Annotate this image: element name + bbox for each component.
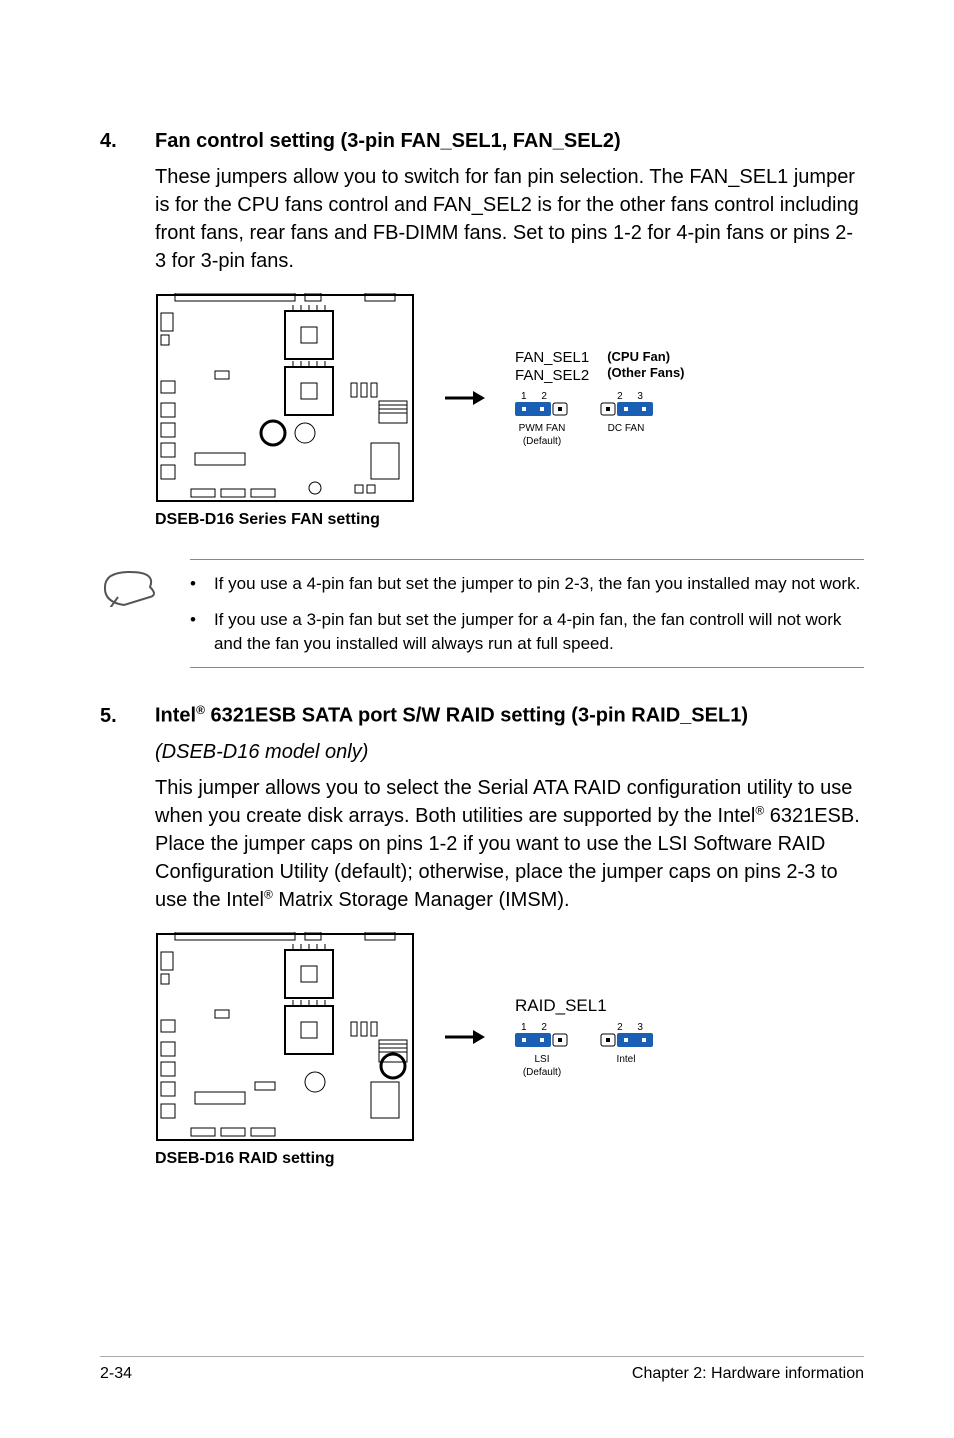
heading-row: 4. Fan control setting (3-pin FAN_SEL1, … — [100, 130, 864, 153]
arrow-icon — [445, 388, 485, 408]
page-number: 2-34 — [100, 1365, 132, 1383]
motherboard-schematic — [155, 932, 415, 1142]
reg-mark: ® — [196, 703, 205, 717]
note-item-1: • If you use a 4-pin fan but set the jum… — [190, 572, 864, 596]
intel-label: Intel — [599, 1054, 653, 1065]
fan-diagram-caption: DSEB-D16 Series FAN setting — [155, 511, 864, 529]
jumper-right: 2 3 DC FAN — [599, 391, 653, 434]
heading-pre: Intel — [155, 705, 196, 727]
jumper-left: 1 2 LSI (Default) — [515, 1022, 569, 1078]
jumper-pins-row: 1 2 PWM FAN (Default) 2 3 — [515, 391, 685, 447]
raid-sel1-label: RAID_SEL1 — [515, 996, 653, 1016]
default-label: (Default) — [515, 1067, 569, 1078]
note-content: • If you use a 4-pin fan but set the jum… — [190, 559, 864, 668]
jumper-info: FAN_SEL1 FAN_SEL2 (CPU Fan) (Other Fans)… — [515, 349, 685, 447]
section-heading: Fan control setting (3-pin FAN_SEL1, FAN… — [155, 130, 621, 153]
fan-sel1-label: FAN_SEL1 — [515, 349, 589, 367]
section-heading: Intel® 6321ESB SATA port S/W RAID settin… — [155, 703, 748, 728]
dc-fan-label: DC FAN — [599, 423, 653, 434]
section-body: This jumper allows you to select the Ser… — [155, 774, 864, 914]
jumper-info: RAID_SEL1 1 2 LSI (Default) — [515, 996, 653, 1078]
section-body: These jumpers allow you to switch for fa… — [155, 163, 864, 275]
raid-diagram-block: RAID_SEL1 1 2 LSI (Default) — [155, 932, 864, 1168]
section-5: 5. Intel® 6321ESB SATA port S/W RAID set… — [100, 703, 864, 1168]
fan-sel-desc: (CPU Fan) (Other Fans) — [607, 349, 684, 380]
jumper-left: 1 2 PWM FAN (Default) — [515, 391, 569, 447]
note-item-2: • If you use a 3-pin fan but set the jum… — [190, 608, 864, 656]
heading-post: 6321ESB SATA port S/W RAID setting (3-pi… — [205, 705, 748, 727]
reg-mark: ® — [755, 803, 764, 817]
jumper-23-icon — [599, 1033, 653, 1047]
pin-nums-12: 1 2 — [515, 1022, 569, 1033]
jumper-12-icon — [515, 402, 569, 416]
page-footer: 2-34 Chapter 2: Hardware information — [100, 1356, 864, 1383]
body-post: Matrix Storage Manager (IMSM). — [273, 889, 570, 911]
body-pre: This jumper allows you to select the Ser… — [155, 777, 852, 827]
jumper-right: 2 3 Intel — [599, 1022, 653, 1065]
jumper-12-icon — [515, 1033, 569, 1047]
pin-nums-23: 2 3 — [599, 391, 653, 402]
raid-diagram-caption: DSEB-D16 RAID setting — [155, 1150, 864, 1168]
other-fans-label: (Other Fans) — [607, 365, 684, 381]
fan-sel2-label: FAN_SEL2 — [515, 367, 589, 385]
diagram-row: FAN_SEL1 FAN_SEL2 (CPU Fan) (Other Fans)… — [155, 293, 864, 503]
section-4: 4. Fan control setting (3-pin FAN_SEL1, … — [100, 130, 864, 529]
pin-nums-23: 2 3 — [599, 1022, 653, 1033]
bullet-icon: • — [190, 572, 196, 596]
bullet-icon: • — [190, 608, 196, 656]
heading-row: 5. Intel® 6321ESB SATA port S/W RAID set… — [100, 703, 864, 728]
arrow-icon — [445, 1027, 485, 1047]
note-text-1: If you use a 4-pin fan but set the jumpe… — [214, 572, 860, 596]
lsi-label: LSI — [515, 1054, 569, 1065]
cpu-fan-label: (CPU Fan) — [607, 349, 684, 365]
fan-sel-labels: FAN_SEL1 FAN_SEL2 — [515, 349, 589, 385]
fan-diagram-block: FAN_SEL1 FAN_SEL2 (CPU Fan) (Other Fans)… — [155, 293, 864, 529]
section-number: 5. — [100, 705, 155, 728]
section-subtitle: (DSEB-D16 model only) — [155, 738, 864, 766]
pin-nums-12: 1 2 — [515, 391, 569, 402]
jumper-pins-row: 1 2 LSI (Default) 2 3 — [515, 1022, 653, 1078]
note-block: • If you use a 4-pin fan but set the jum… — [100, 559, 864, 668]
note-text-2: If you use a 3-pin fan but set the jumpe… — [214, 608, 864, 656]
diagram-row: RAID_SEL1 1 2 LSI (Default) — [155, 932, 864, 1142]
chapter-label: Chapter 2: Hardware information — [632, 1365, 864, 1383]
note-icon — [100, 559, 160, 612]
motherboard-schematic — [155, 293, 415, 503]
section-number: 4. — [100, 130, 155, 153]
pwm-fan-label: PWM FAN — [515, 423, 569, 434]
jumper-23-icon — [599, 402, 653, 416]
default-label: (Default) — [515, 436, 569, 447]
reg-mark: ® — [264, 887, 273, 901]
